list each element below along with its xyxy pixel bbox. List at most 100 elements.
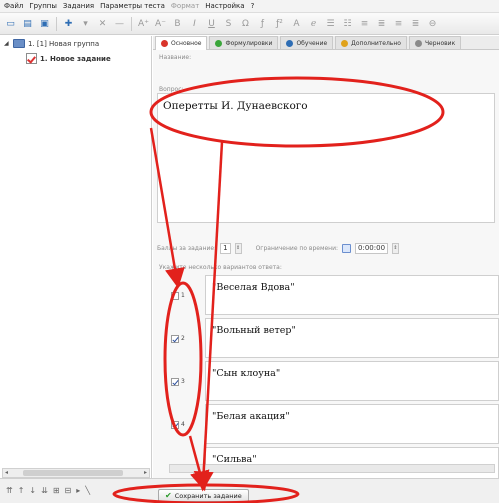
answer-text: "Белая акация" — [212, 411, 290, 422]
menu-settings[interactable]: Настройка — [205, 2, 244, 10]
time-spin-icon[interactable]: ⇕ — [392, 242, 400, 254]
answer-text: "Веселая Вдова" — [212, 282, 295, 293]
tab-main[interactable]: Основное — [155, 36, 208, 50]
tree-item-group[interactable]: ◢ 1. [1] Новая группа — [4, 39, 99, 48]
editor-horizontal-scrollbar[interactable] — [169, 464, 495, 473]
highlight-icon[interactable]: ℯ — [306, 16, 321, 31]
tab-label: Формулировки — [225, 39, 273, 47]
align-right-icon[interactable]: ≡ — [391, 16, 406, 31]
menu-test-params[interactable]: Параметры теста — [100, 2, 165, 10]
tab-additional[interactable]: Дополнительно — [335, 36, 407, 49]
numbered-list-icon[interactable]: ☷ — [340, 16, 355, 31]
move-top-icon[interactable]: ⇈ — [6, 486, 13, 495]
tree-horizontal-scrollbar[interactable]: ◂ ▸ — [2, 468, 150, 478]
time-limit-label: Ограничение по времени: — [255, 244, 339, 252]
toolbar-divider — [56, 16, 57, 31]
answer-index: 4 — [181, 421, 185, 428]
name-caption: Название: — [159, 54, 192, 61]
tab-formulations[interactable]: Формулировки — [209, 36, 279, 49]
yellow-dot-icon — [341, 39, 349, 47]
menu-help[interactable]: ? — [251, 2, 255, 10]
save-task-button[interactable]: ✔ Сохранить задание — [158, 489, 249, 502]
question-text-area[interactable]: Оперетты И. Дунаевского — [157, 93, 495, 223]
add-icon[interactable]: ✚ — [61, 16, 76, 31]
group-folder-icon — [13, 39, 25, 48]
tab-label: Основное — [171, 40, 202, 47]
open-icon[interactable]: ▤ — [20, 16, 35, 31]
remove-icon[interactable]: — — [112, 16, 127, 31]
bullet-list-icon[interactable]: ☰ — [323, 16, 338, 31]
toolbar-divider — [131, 16, 132, 31]
subscript-icon[interactable]: ƒ — [255, 16, 270, 31]
move-bottom-icon[interactable]: ⇊ — [41, 486, 48, 495]
collapse-icon[interactable]: ◢ — [4, 40, 10, 47]
scroll-left-icon[interactable]: ◂ — [5, 469, 8, 476]
task-editor: Основное Формулировки Обучение Дополните… — [153, 36, 499, 487]
strikethrough-icon[interactable]: S — [221, 16, 236, 31]
scroll-thumb[interactable] — [23, 470, 123, 476]
move-up-icon[interactable]: ↑ — [18, 486, 25, 495]
checkmark-icon: ✔ — [165, 491, 172, 500]
task-tree-panel: ◢ 1. [1] Новая группа 1. Новое задание ◂… — [0, 36, 152, 478]
answer-text: "Вольный ветер" — [212, 325, 296, 336]
answer-checkbox[interactable] — [171, 420, 179, 429]
points-spin-icon[interactable]: ⇕ — [234, 242, 242, 254]
dropdown-icon[interactable]: ▾ — [78, 16, 93, 31]
symbol-icon[interactable]: Ω — [238, 16, 253, 31]
tree-item-task[interactable]: 1. Новое задание — [26, 53, 111, 64]
save-icon[interactable]: ▣ — [37, 16, 52, 31]
green-dot-icon — [215, 39, 223, 47]
points-input[interactable]: 1 — [220, 242, 231, 254]
menu-format[interactable]: Формат — [171, 2, 199, 10]
menu-tasks[interactable]: Задания — [63, 2, 94, 10]
expand-icon[interactable]: ⊞ — [53, 486, 60, 495]
answer-text: "Сын клоуна" — [212, 368, 281, 379]
answer-checkbox-cell: 1 — [171, 275, 205, 316]
move-down-icon[interactable]: ↓ — [29, 486, 36, 495]
blue-dot-icon — [286, 39, 294, 47]
tool-icon[interactable]: ╲ — [85, 486, 90, 495]
scroll-right-icon[interactable]: ▸ — [144, 469, 147, 476]
insert-icon[interactable]: ⊖ — [425, 16, 440, 31]
answer-row: 4 "Белая акация" — [157, 404, 499, 445]
new-document-icon[interactable]: ▭ — [3, 16, 18, 31]
justify-icon[interactable]: ≣ — [408, 16, 423, 31]
delete-icon[interactable]: ✕ — [95, 16, 110, 31]
align-left-icon[interactable]: ≡ — [357, 16, 372, 31]
superscript-icon[interactable]: ƒ² — [272, 16, 287, 31]
toolbar: ▭ ▤ ▣ ✚ ▾ ✕ — A⁺ A⁻ B I U S Ω ƒ ƒ² A ℯ ☰… — [0, 13, 499, 35]
answer-checkbox[interactable] — [171, 377, 179, 386]
tab-label: Обучение — [296, 39, 328, 47]
bold-icon[interactable]: B — [170, 16, 185, 31]
time-limit-checkbox[interactable] — [342, 243, 352, 253]
editor-tabs: Основное Формулировки Обучение Дополните… — [153, 36, 499, 50]
answer-text-field[interactable]: "Веселая Вдова" — [205, 275, 499, 315]
time-input[interactable]: 0:00:00 — [355, 242, 389, 254]
answer-text-field[interactable]: "Белая акация" — [205, 404, 499, 444]
answer-row: 1 "Веселая Вдова" — [157, 275, 499, 316]
bottom-bar: ⇈ ↑ ↓ ⇊ ⊞ ⊟ ▸ ╲ ✔ Сохранить задание — [0, 478, 499, 503]
red-dot-icon — [161, 40, 168, 47]
font-decrease-icon[interactable]: A⁻ — [153, 16, 168, 31]
question-text: Оперетты И. Дунаевского — [163, 100, 308, 112]
menu-groups[interactable]: Группы — [29, 2, 57, 10]
answer-checkbox-cell: 3 — [171, 361, 205, 402]
underline-icon[interactable]: U — [204, 16, 219, 31]
answer-text-field[interactable]: "Вольный ветер" — [205, 318, 499, 358]
answer-checkbox[interactable] — [171, 291, 179, 300]
answer-text-field[interactable]: "Сын клоуна" — [205, 361, 499, 401]
menu-file[interactable]: Файл — [4, 2, 23, 10]
align-center-icon[interactable]: ≣ — [374, 16, 389, 31]
text-color-icon[interactable]: A — [289, 16, 304, 31]
answer-row: 3 "Сын клоуна" — [157, 361, 499, 402]
tree-group-label: 1. [1] Новая группа — [28, 39, 100, 48]
answers-caption: Укажите несколько вариантов ответа: — [159, 264, 282, 271]
question-caption: Вопрос: — [159, 86, 184, 93]
tab-draft[interactable]: Черновик — [408, 36, 462, 49]
font-increase-icon[interactable]: A⁺ — [136, 16, 151, 31]
more-icon[interactable]: ▸ — [76, 486, 80, 495]
italic-icon[interactable]: I — [187, 16, 202, 31]
tab-training[interactable]: Обучение — [280, 36, 334, 49]
collapse-all-icon[interactable]: ⊟ — [65, 486, 72, 495]
answer-checkbox[interactable] — [171, 334, 179, 343]
